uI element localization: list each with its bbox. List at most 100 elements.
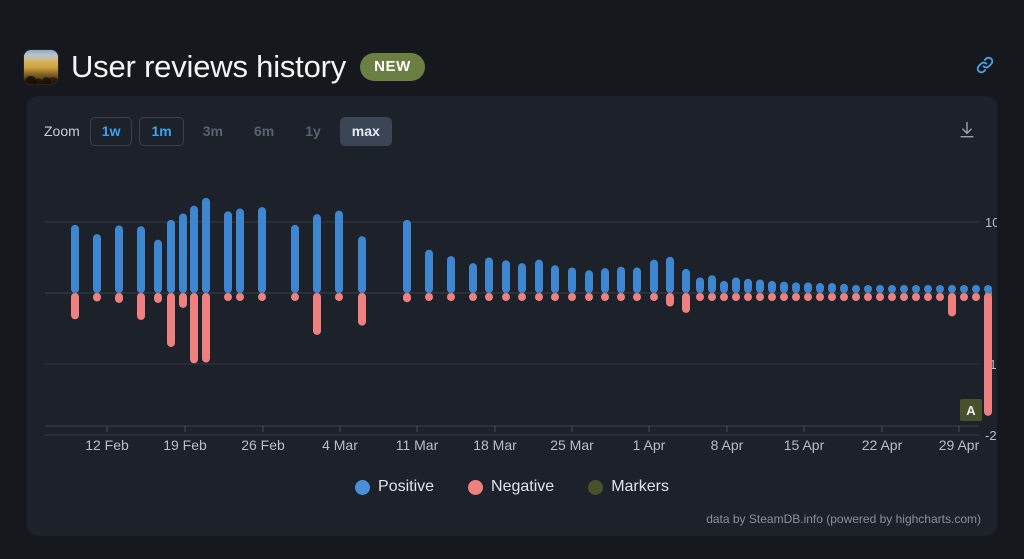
legend-swatch-negative	[468, 479, 484, 495]
bar-positive	[358, 236, 366, 293]
page-title: User reviews history	[71, 49, 347, 84]
legend-label-markers: Markers	[611, 478, 669, 495]
bar-negative	[732, 293, 740, 301]
bar-positive	[682, 268, 690, 293]
bar-negative	[972, 293, 980, 301]
bar-negative	[469, 293, 477, 301]
bar-negative	[852, 293, 860, 301]
bar-negative	[876, 293, 884, 301]
legend-label-positive: Positive	[378, 478, 435, 495]
plot-area: 10k0-10k-20k12 Feb19 Feb26 Feb4 Mar11 Ma…	[27, 96, 997, 536]
bar-positive	[236, 208, 244, 293]
bar-positive	[518, 263, 526, 293]
bar-positive	[447, 256, 455, 293]
game-capsule-thumbnail-icon	[24, 50, 58, 84]
x-axis-tick-label: 8 Apr	[711, 437, 744, 453]
bar-negative	[502, 293, 510, 301]
bar-negative	[682, 293, 690, 313]
bar-negative	[535, 293, 543, 301]
chart-svg: 10k0-10k-20k12 Feb19 Feb26 Feb4 Mar11 Ma…	[45, 197, 997, 453]
legend-swatch-markers	[588, 479, 604, 495]
x-axis-tick-label: 25 Mar	[550, 437, 594, 453]
chart-panel: Zoom 1w 1m 3m 6m 1y max 10k0-10k-20k12 F…	[27, 96, 997, 536]
bar-negative	[744, 293, 752, 301]
bar-negative	[768, 293, 776, 301]
bar-positive	[948, 285, 956, 293]
bar-positive	[972, 285, 980, 293]
bar-negative	[179, 293, 187, 308]
bar-positive	[485, 257, 493, 293]
bar-negative	[720, 293, 728, 301]
bar-positive	[633, 267, 641, 293]
legend-item-positive[interactable]: Positive	[355, 478, 434, 496]
bar-negative	[756, 293, 764, 301]
bar-negative	[71, 293, 79, 320]
bar-negative	[335, 293, 343, 301]
x-axis-tick-label: 18 Mar	[473, 437, 517, 453]
x-axis-tick-label: 26 Feb	[241, 437, 285, 453]
bar-negative	[864, 293, 872, 301]
bar-positive	[425, 249, 433, 293]
bar-negative	[816, 293, 824, 301]
bar-negative	[485, 293, 493, 301]
bar-negative	[137, 293, 145, 320]
bar-negative	[190, 293, 198, 364]
bar-negative	[650, 293, 658, 301]
bar-positive	[732, 277, 740, 293]
bar-positive	[804, 282, 812, 293]
bar-positive	[696, 277, 704, 293]
bar-negative	[633, 293, 641, 301]
bar-positive	[666, 256, 674, 293]
bar-negative	[585, 293, 593, 301]
bar-positive	[291, 224, 299, 293]
bar-positive	[768, 280, 776, 293]
bar-negative	[924, 293, 932, 301]
bar-positive	[190, 205, 198, 293]
new-badge: NEW	[360, 53, 425, 81]
bar-negative	[403, 293, 411, 303]
x-axis-tick-label: 12 Feb	[85, 437, 129, 453]
bar-negative	[601, 293, 609, 301]
bar-negative	[236, 293, 244, 301]
bar-negative	[984, 293, 992, 416]
bar-negative	[912, 293, 920, 301]
bar-negative	[708, 293, 716, 301]
bar-positive	[744, 278, 752, 293]
bar-positive	[864, 285, 872, 293]
bar-negative	[804, 293, 812, 301]
bar-positive	[71, 224, 79, 293]
bar-positive	[888, 285, 896, 293]
bar-negative	[291, 293, 299, 301]
bar-negative	[888, 293, 896, 301]
legend-item-markers[interactable]: Markers	[588, 478, 669, 496]
chart-credits[interactable]: data by SteamDB.info (powered by highcha…	[706, 512, 981, 526]
legend-item-negative[interactable]: Negative	[468, 478, 554, 496]
bar-positive	[912, 285, 920, 293]
x-axis-tick-label: 4 Mar	[322, 437, 358, 453]
bar-negative	[666, 293, 674, 307]
link-icon[interactable]	[970, 50, 1000, 80]
bar-positive	[535, 259, 543, 293]
bar-negative	[936, 293, 944, 301]
bar-positive	[403, 219, 411, 293]
bar-positive	[900, 285, 908, 293]
bar-negative	[568, 293, 576, 301]
x-axis-tick-label: 29 Apr	[939, 437, 980, 453]
bar-positive	[551, 265, 559, 293]
bar-positive	[179, 213, 187, 293]
steamdb-review-history-widget: User reviews history NEW Zoom 1w 1m 3m 6…	[0, 0, 1024, 559]
bar-negative	[425, 293, 433, 301]
bar-negative	[948, 293, 956, 317]
x-axis-tick-label: 1 Apr	[633, 437, 666, 453]
bar-positive	[984, 285, 992, 293]
bar-negative	[518, 293, 526, 301]
x-axis-tick-label: 11 Mar	[396, 437, 439, 453]
bar-negative	[154, 293, 162, 303]
bar-negative	[202, 293, 210, 363]
bar-negative	[115, 293, 123, 303]
widget-header: User reviews history NEW	[24, 42, 1000, 92]
chart-marker[interactable]: A	[960, 399, 982, 421]
bar-negative	[960, 293, 968, 301]
bar-positive	[720, 280, 728, 293]
bar-positive	[93, 234, 101, 293]
